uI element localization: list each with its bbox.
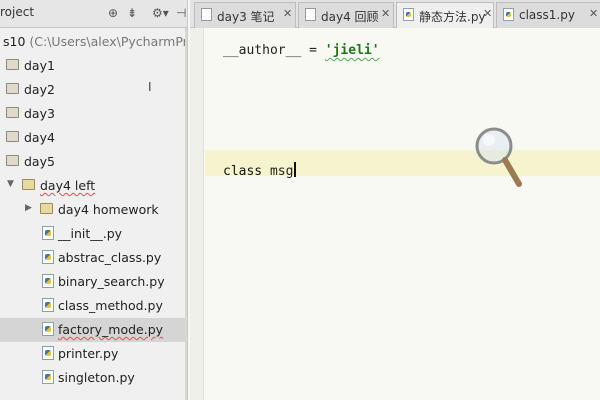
close-icon[interactable]: ✕ xyxy=(589,7,598,20)
code-line[interactable]: __author__ = 'jieli' xyxy=(223,43,380,58)
collapse-all-icon[interactable]: ⇟ xyxy=(127,5,137,21)
tree-item-label: binary_search.py xyxy=(58,274,165,289)
tree-item-folder[interactable]: day2 xyxy=(0,78,187,102)
tree-item-file[interactable]: binary_search.py xyxy=(0,270,187,294)
document-icon xyxy=(305,8,316,21)
tree-item-path: (C:\Users\alex\PycharmProjects xyxy=(29,34,188,49)
close-icon[interactable]: ✕ xyxy=(483,7,492,20)
tree-item-label: day2 xyxy=(24,82,55,97)
tab-class1[interactable]: class1.py ✕ xyxy=(496,2,600,28)
folder-icon xyxy=(6,131,19,142)
project-panel-title: roject xyxy=(0,5,35,19)
editor-gutter[interactable] xyxy=(190,28,204,400)
code-editor[interactable]: __author__ = 'jieli' class msg xyxy=(190,28,600,400)
tree-item-file[interactable]: printer.py xyxy=(0,342,187,366)
code-string-text: 'jieli' xyxy=(324,43,380,58)
tree-item-folder[interactable]: ▶ day4 homework xyxy=(0,198,187,222)
tree-item-label: day5 xyxy=(24,154,55,169)
tree-item-file[interactable]: singleton.py xyxy=(0,366,187,390)
magnifier-cursor-icon xyxy=(475,127,522,187)
collapse-arrow-icon[interactable]: ▶ xyxy=(25,203,32,213)
code-keyword: class xyxy=(223,164,263,179)
code-identifier: __author__ xyxy=(223,43,302,58)
tree-item-label: day4 left xyxy=(40,178,96,193)
close-icon[interactable]: ✕ xyxy=(283,7,292,20)
text-cursor-icon: I xyxy=(148,80,152,94)
tree-item-label: singleton.py xyxy=(58,370,135,385)
python-file-icon xyxy=(42,250,54,264)
tree-item-label: day1 xyxy=(24,58,55,73)
document-icon xyxy=(201,8,212,21)
folder-icon xyxy=(6,83,19,94)
code-string: 'jieli' xyxy=(325,43,380,58)
tab-day3-notes[interactable]: day3 笔记 ✕ xyxy=(194,2,296,28)
folder-icon xyxy=(40,203,53,214)
tree-item-folder[interactable]: day1 xyxy=(0,54,187,78)
folder-icon xyxy=(6,107,19,118)
tree-item-folder[interactable]: day4 xyxy=(0,126,187,150)
tab-label: day3 笔记 xyxy=(217,10,275,24)
code-line[interactable]: class msg xyxy=(223,162,297,179)
text-caret xyxy=(294,162,297,177)
python-file-icon xyxy=(503,8,514,21)
python-file-icon xyxy=(42,322,54,336)
project-panel: roject ⊕ ⇟ ⚙▾ ⊣ s10 (C:\Users\alex\Pycha… xyxy=(0,0,188,400)
tree-item-label: day3 xyxy=(24,106,55,121)
tree-item-label: s10 xyxy=(3,34,26,49)
tree-item-label: abstrac_class.py xyxy=(58,250,162,265)
folder-icon xyxy=(22,179,35,190)
code-identifier: msg xyxy=(269,164,294,179)
tab-label: 静态方法.py xyxy=(419,10,486,24)
scroll-from-source-icon[interactable]: ⊕ xyxy=(108,5,118,21)
tree-item-label: day4 xyxy=(24,130,55,145)
tree-item-file-selected[interactable]: factory_mode.py xyxy=(0,318,187,342)
expand-arrow-icon[interactable]: ▼ xyxy=(7,179,14,189)
hide-panel-icon[interactable]: ⊣ xyxy=(176,5,186,21)
tab-label: class1.py xyxy=(519,8,575,22)
tree-item-file[interactable]: __init__.py xyxy=(0,222,187,246)
tree-item-label: printer.py xyxy=(58,346,119,361)
tab-static-method[interactable]: 静态方法.py ✕ xyxy=(396,2,494,28)
tree-item-folder-expanded[interactable]: ▼ day4 left xyxy=(0,174,187,198)
project-panel-header: roject ⊕ ⇟ ⚙▾ ⊣ xyxy=(0,0,187,28)
tab-day4-review[interactable]: day4 回顾 ✕ xyxy=(298,2,394,28)
folder-icon xyxy=(6,59,19,70)
gear-icon[interactable]: ⚙▾ xyxy=(152,5,169,21)
tree-item-label: class_method.py xyxy=(58,298,163,313)
tree-item-folder[interactable]: day3 xyxy=(0,102,187,126)
tree-item-folder[interactable]: day5 xyxy=(0,150,187,174)
python-file-icon xyxy=(42,298,54,312)
python-file-icon xyxy=(42,226,54,240)
python-file-icon xyxy=(42,274,54,288)
code-operator: = xyxy=(301,43,325,58)
tree-item-label: day4 homework xyxy=(58,202,159,217)
tree-item-label: __init__.py xyxy=(58,226,123,241)
python-file-icon xyxy=(403,8,414,21)
tab-label: day4 回顾 xyxy=(321,10,379,24)
tree-item-file[interactable]: class_method.py xyxy=(0,294,187,318)
tree-item-label: factory_mode.py xyxy=(58,322,164,337)
tree-item-file[interactable]: abstrac_class.py xyxy=(0,246,187,270)
tree-scrollbar[interactable] xyxy=(185,28,187,400)
python-file-icon xyxy=(42,370,54,384)
python-file-icon xyxy=(42,346,54,360)
close-icon[interactable]: ✕ xyxy=(381,7,390,20)
editor-tab-bar: day3 笔记 ✕ day4 回顾 ✕ 静态方法.py ✕ class1.py … xyxy=(190,0,600,28)
folder-icon xyxy=(6,155,19,166)
tree-item-root[interactable]: s10 (C:\Users\alex\PycharmProjects xyxy=(0,30,188,54)
